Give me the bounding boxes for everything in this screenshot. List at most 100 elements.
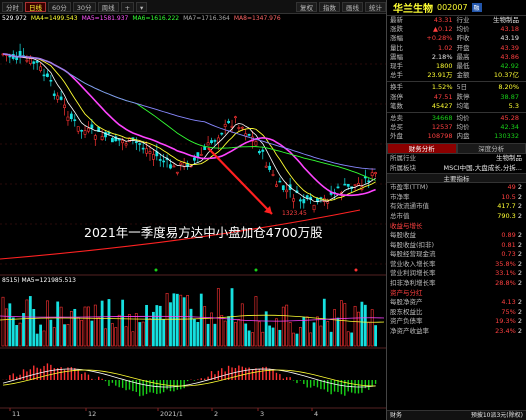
section-main-indicators[interactable]: 主要指标 — [387, 173, 526, 184]
volume-bar — [196, 322, 200, 347]
financial-row[interactable]: 资产负债率 19.3% 2 — [387, 317, 526, 327]
financial-row[interactable]: 市净率 10.5 2 — [387, 193, 526, 203]
financial-row[interactable]: 每股收益(扣非) 0.81 2 — [387, 241, 526, 251]
financial-row[interactable]: 有效流通市值 417.7 2 — [387, 202, 526, 212]
tab-deep[interactable]: 深度分析 — [456, 143, 526, 155]
period-tab-daily[interactable]: 日线 — [25, 1, 46, 12]
candle — [254, 141, 258, 146]
financial-row[interactable]: 营业利润增长率 33.1% 2 — [387, 269, 526, 279]
financial-row[interactable]: 净资产收益率 23.4% 2 — [387, 327, 526, 337]
candle — [298, 199, 302, 202]
quote-label: 笔数 — [390, 101, 403, 110]
quote-value: 1.52% — [431, 83, 453, 92]
tab-financial[interactable]: 财务分析 — [387, 143, 457, 155]
quote-value: 43.86 — [500, 52, 519, 61]
financial-label: 每股收益(扣非) — [390, 240, 435, 249]
candle — [76, 126, 80, 132]
index-button[interactable]: 指数 — [319, 1, 340, 12]
financial-row[interactable]: 股东权益比 75% 2 — [387, 308, 526, 318]
candle — [227, 120, 231, 124]
volume-bar — [357, 311, 360, 347]
period-tab-60min[interactable]: 60分 — [48, 1, 71, 12]
quote-value: 43.18 — [500, 25, 519, 34]
panel-footer: 财务 预披10派3元(除权) — [387, 410, 526, 420]
stock-name: 华兰生物 — [393, 4, 433, 15]
volume-bar — [295, 333, 299, 347]
drawing-button[interactable]: 画线 — [342, 1, 363, 12]
financial-row[interactable]: 扣非净利增长率 28.8% 2 — [387, 279, 526, 289]
x-axis-label: 3 — [260, 410, 264, 418]
quote-value: 8.20% — [498, 83, 519, 92]
x-axis-label: 12 — [88, 410, 96, 418]
volume-bar — [370, 309, 374, 347]
financial-row[interactable]: 每股净资产 4.13 2 — [387, 298, 526, 308]
candle — [367, 180, 371, 183]
ma-legend-item: MA8=1347.976 — [233, 15, 281, 22]
macd-dif — [2, 368, 376, 388]
candle — [210, 140, 213, 144]
volume-bar — [152, 311, 155, 347]
financial-value: 4.13 2 — [501, 298, 522, 307]
volume-bar — [117, 314, 121, 347]
volume-bar — [131, 331, 135, 347]
financial-row[interactable]: 营业收入增长率 35.8% 2 — [387, 260, 526, 270]
financial-row[interactable]: 每股收益 0.89 2 — [387, 231, 526, 241]
adjust-button[interactable]: 复权 — [296, 1, 317, 12]
volume-bar — [329, 331, 333, 347]
quote-label: 跌停 — [456, 92, 470, 101]
period-tab-weekly[interactable]: 周线 — [97, 1, 119, 12]
financial-value: MSCI中国,大盘成长,分拆... — [443, 163, 522, 172]
financial-value: 28.8% 2 — [495, 278, 522, 287]
volume-bar — [114, 327, 118, 347]
volume-bar — [15, 325, 19, 347]
candle — [175, 171, 179, 174]
x-axis-label: 11 — [12, 410, 20, 418]
stats-button[interactable]: 统计 — [365, 1, 386, 12]
financial-row[interactable]: 总市值 790.3 2 — [387, 212, 526, 222]
candle — [80, 129, 84, 132]
volume-bar — [275, 318, 278, 347]
candle — [49, 79, 53, 82]
volume-bar — [257, 321, 261, 347]
candle — [268, 165, 272, 170]
period-tab-intraday[interactable]: 分时 — [2, 1, 23, 12]
financial-value: 0.81 2 — [501, 240, 522, 249]
candle — [302, 199, 306, 204]
volume-bar — [285, 304, 289, 347]
financial-label: 每股净资产 — [390, 298, 423, 307]
volume-bar — [11, 317, 15, 347]
financial-label: 市盈率(TTM) — [390, 183, 429, 192]
candle — [203, 146, 207, 151]
financial-label: 总市值 — [390, 211, 410, 220]
volume-bar — [363, 304, 367, 347]
volume-bar — [374, 325, 377, 347]
ma-legend-item: MA4=1499.543 — [30, 15, 78, 22]
candle — [52, 93, 56, 96]
period-tab-30min[interactable]: 30分 — [72, 1, 96, 12]
candle — [59, 96, 63, 100]
candle — [336, 186, 340, 189]
financial-row[interactable]: 市盈率(TTM) 49 2 — [387, 183, 526, 193]
volume-bar — [42, 330, 46, 347]
volume-bar — [264, 311, 268, 347]
financial-row[interactable]: 每股经营现金流 0.73 2 — [387, 250, 526, 260]
volume-bar — [172, 293, 176, 347]
ma-legend-item: MA6=1616.222 — [132, 15, 180, 22]
volume-bar — [322, 298, 326, 347]
financial-value: 790.3 2 — [497, 211, 522, 220]
candle — [110, 137, 114, 143]
candle — [145, 148, 148, 154]
zoom-in-button[interactable]: + — [120, 1, 135, 12]
volume-bar — [234, 322, 237, 347]
quote-label: 涨跌 — [390, 25, 403, 34]
financial-row[interactable]: 所属行业 生物制品 — [387, 154, 526, 164]
quote-value: 1.02 — [438, 43, 453, 52]
quote-value: 34668 — [431, 113, 453, 122]
quote-value: 1800 — [435, 61, 453, 70]
volume-bar — [59, 306, 63, 347]
candle — [353, 184, 357, 186]
financial-row[interactable]: 所属板块 MSCI中国,大盘成长,分拆... — [387, 164, 526, 174]
chevron-down-icon[interactable]: ▾ — [136, 1, 148, 12]
quote-label: 昨收 — [456, 34, 470, 43]
volume-bar — [237, 319, 241, 347]
